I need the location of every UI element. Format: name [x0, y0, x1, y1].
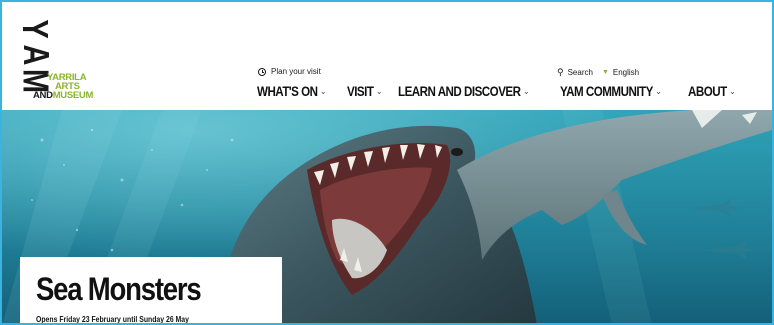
search-icon[interactable]: ⚲ [557, 67, 564, 78]
search-link[interactable]: Search [568, 68, 593, 77]
utility-links: ⚲ Search ▼ English [557, 67, 639, 78]
language-selector[interactable]: English [613, 68, 639, 77]
triangle-down-icon[interactable]: ▼ [602, 69, 609, 76]
chevron-down-icon: ⌄ [320, 86, 327, 96]
site-header: Y A M YARRILA ARTS ANDMUSEUM Plan your v… [2, 2, 772, 110]
hero-title: Sea Monsters [36, 271, 202, 307]
hero-date-range: Opens Friday 23 February until Sunday 26… [36, 315, 189, 324]
plan-your-visit-label: Plan your visit [271, 67, 321, 76]
logo-line-and-museum: ANDMUSEUM [33, 90, 94, 101]
nav-item-about[interactable]: ABOUT ⌄ [688, 84, 736, 99]
nav-item-label: VISIT [347, 84, 374, 99]
nav-item-learn-and-discover[interactable]: LEARN AND DISCOVER ⌄ [397, 84, 530, 99]
nav-item-label: ABOUT [688, 84, 728, 99]
chevron-down-icon: ⌄ [523, 86, 530, 96]
logo-letter: A [14, 44, 55, 66]
nav-item-label: YAM COMMUNITY [560, 84, 654, 99]
nav-item-label: LEARN AND DISCOVER [397, 84, 521, 99]
logo-word-and: AND [33, 90, 53, 101]
main-nav: WHAT'S ON ⌄ VISIT ⌄ LEARN AND DISCOVER ⌄ YA… [257, 84, 753, 99]
plan-your-visit-link[interactable]: Plan your visit [258, 67, 321, 76]
chevron-down-icon: ⌄ [376, 86, 383, 96]
hero-card[interactable]: Sea Monsters Opens Friday 23 February un… [20, 257, 282, 324]
nav-item-visit[interactable]: VISIT ⌄ [347, 84, 383, 99]
nav-item-label: WHAT'S ON [257, 84, 318, 99]
chevron-down-icon: ⌄ [729, 86, 736, 96]
hero-banner[interactable]: Sea Monsters Opens Friday 23 February un… [2, 110, 772, 324]
site-logo[interactable]: Y A M YARRILA ARTS ANDMUSEUM [14, 16, 94, 108]
logo-wordmark: YARRILA ARTS ANDMUSEUM [33, 73, 94, 101]
logo-letter: Y [14, 19, 55, 39]
page-frame: Y A M YARRILA ARTS ANDMUSEUM Plan your v… [0, 0, 774, 325]
chevron-down-icon: ⌄ [655, 86, 662, 96]
nav-item-yam-community[interactable]: YAM COMMUNITY ⌄ [560, 84, 662, 99]
clock-icon [258, 67, 266, 76]
nav-item-whats-on[interactable]: WHAT'S ON ⌄ [257, 84, 327, 99]
logo-word-museum: MUSEUM [52, 90, 94, 101]
